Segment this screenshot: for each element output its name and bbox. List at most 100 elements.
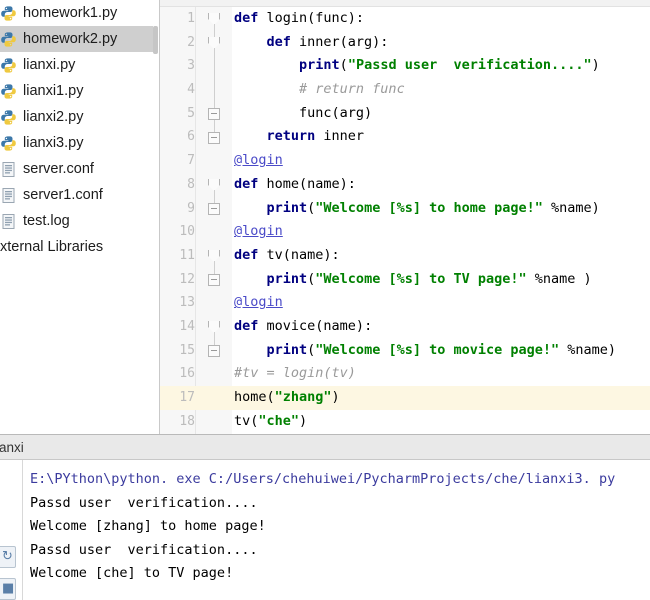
code-text: print("Welcome [%s] to home page!" %name… xyxy=(234,197,600,221)
code-line[interactable]: 5 func(arg) xyxy=(160,101,650,126)
code-token: inner xyxy=(299,33,340,50)
tree-node-lianxi2-py[interactable]: lianxi2.py xyxy=(0,104,159,130)
fold-collapse-icon[interactable] xyxy=(208,131,220,144)
code-line[interactable]: 14 def movice(name): xyxy=(160,314,650,339)
code-line[interactable]: 18 tv("che") xyxy=(160,409,650,434)
code-token: ( xyxy=(339,57,348,74)
code-editor[interactable]: 1 def login(func): 2 def inner(arg): 3 prin… xyxy=(160,0,650,434)
line-number: 7 xyxy=(160,149,195,173)
line-number: 2 xyxy=(160,30,195,55)
console-output-line: Passd user verification.... xyxy=(30,541,258,558)
fold-collapse-icon[interactable] xyxy=(208,107,220,120)
line-number: 1 xyxy=(160,7,195,31)
console-output-line: Passd user verification.... xyxy=(30,494,258,511)
tree-node-test-log[interactable]: test.log xyxy=(0,208,159,234)
tree-node-homework1-py[interactable]: homework1.py xyxy=(0,0,159,26)
sidebar-scrollbar-thumb[interactable] xyxy=(153,26,158,54)
code-line[interactable]: 2 def inner(arg): xyxy=(160,30,650,55)
code-line[interactable]: 4 # return func xyxy=(160,78,650,102)
code-line[interactable]: 9 print("Welcome [%s] to home page!" %na… xyxy=(160,196,650,221)
project-tree-panel[interactable]: homework1.py homework2.py lianxi.py lianxi1… xyxy=(0,0,160,434)
code-text: #tv = login(tv) xyxy=(234,362,356,386)
code-line[interactable]: 12 print("Welcome [%s] to TV page!" %nam… xyxy=(160,267,650,292)
code-line[interactable]: 3 print("Passd user verification....") xyxy=(160,54,650,79)
code-token: @login xyxy=(234,223,283,240)
console-tab-lianxi[interactable]: ianxi xyxy=(0,440,24,455)
fold-collapse-icon[interactable] xyxy=(208,273,220,286)
code-token: home( xyxy=(234,389,275,405)
code-line[interactable]: 15 print("Welcome [%s] to movice page!" … xyxy=(160,338,650,363)
code-line[interactable]: 11 def tv(name): xyxy=(160,243,650,268)
fold-collapse-icon[interactable] xyxy=(208,202,220,215)
line-number: 5 xyxy=(160,101,195,126)
code-line[interactable]: 6 return inner xyxy=(160,125,650,150)
fold-expanded-icon[interactable] xyxy=(208,250,220,262)
code-line[interactable]: 1 def login(func): xyxy=(160,7,650,31)
fold-expanded-icon[interactable] xyxy=(208,321,220,334)
code-token: def xyxy=(234,246,267,263)
tree-node-lianxi1-py[interactable]: lianxi1.py xyxy=(0,78,159,104)
code-token: print xyxy=(266,341,308,358)
document-file-icon xyxy=(0,187,17,204)
code-token: ) xyxy=(299,412,308,429)
tree-node-server-conf[interactable]: server.conf xyxy=(0,156,159,182)
code-line[interactable]: 17 home("zhang") xyxy=(160,386,650,410)
line-number: 17 xyxy=(160,386,195,410)
fold-expanded-icon[interactable] xyxy=(208,13,220,25)
code-text: func(arg) xyxy=(234,102,372,126)
code-text: tv("che") xyxy=(234,410,307,434)
console-output[interactable]: E:\PYthon\python. exe C:/Users/chehuiwei… xyxy=(30,468,650,600)
console-body[interactable]: ↻ ■ E:\PYthon\python. exe C:/Users/chehu… xyxy=(0,460,650,600)
code-line[interactable]: 8 def home(name): xyxy=(160,172,650,197)
tree-node-label: server1.conf xyxy=(23,187,103,203)
code-text: # return func xyxy=(234,78,405,102)
code-lines[interactable]: 1 def login(func): 2 def inner(arg): 3 prin… xyxy=(160,7,650,434)
code-token: inner xyxy=(323,128,365,145)
code-text: @login xyxy=(234,220,283,244)
code-token: @login xyxy=(234,294,283,311)
tree-node-lianxi-py[interactable]: lianxi.py xyxy=(0,52,159,78)
code-line[interactable]: 13 @login xyxy=(160,291,650,315)
code-line[interactable]: 10 @login xyxy=(160,220,650,244)
console-tab-bar[interactable]: ianxi xyxy=(0,435,650,460)
code-token: "Welcome [%s] to TV page!" xyxy=(315,270,527,287)
code-text: def inner(arg): xyxy=(234,31,389,55)
run-console-panel[interactable]: ianxi ↻ ■ E:\PYthon\python. exe C:/Users… xyxy=(0,434,650,600)
code-line[interactable]: 7 @login xyxy=(160,149,650,173)
fold-expanded-icon[interactable] xyxy=(208,178,220,191)
fold-collapse-icon[interactable] xyxy=(208,344,220,357)
stop-icon[interactable]: ■ xyxy=(0,578,16,600)
console-toolbar-gutter[interactable]: ↻ ■ xyxy=(0,460,23,600)
code-token: (func): xyxy=(307,10,365,26)
line-number: 6 xyxy=(160,125,195,150)
rerun-icon[interactable]: ↻ xyxy=(0,546,16,568)
code-token: #tv = login(tv) xyxy=(234,365,356,382)
code-token: (name): xyxy=(299,175,356,192)
document-file-icon xyxy=(0,161,17,178)
code-area[interactable]: 1 def login(func): 2 def inner(arg): 3 prin… xyxy=(160,7,650,434)
code-line[interactable]: 16 #tv = login(tv) xyxy=(160,362,650,386)
code-text: def movice(name): xyxy=(234,315,372,339)
tree-node-server1-conf[interactable]: server1.conf xyxy=(0,182,159,208)
python-file-icon xyxy=(0,5,17,22)
project-tree-list[interactable]: homework1.py homework2.py lianxi.py lianxi1… xyxy=(0,0,159,234)
code-token: ) xyxy=(331,389,340,405)
fold-region-line xyxy=(213,332,215,346)
code-token: %name) xyxy=(559,341,617,358)
sidebar-scrollbar-track[interactable] xyxy=(153,0,159,434)
tree-node-lianxi3-py[interactable]: lianxi3.py xyxy=(0,130,159,156)
editor-and-project-area: homework1.py homework2.py lianxi.py lianxi1… xyxy=(0,0,650,434)
tree-node-external-libraries[interactable]: xternal Libraries xyxy=(0,234,159,260)
code-token: tv xyxy=(266,246,283,263)
code-token: %name ) xyxy=(526,270,592,287)
tree-node-label: lianxi2.py xyxy=(23,109,84,125)
console-output-line: Welcome [che] to TV page! xyxy=(30,565,234,581)
code-token: "Welcome [%s] to home page!" xyxy=(315,199,543,216)
fold-region-line xyxy=(213,261,215,275)
code-token: def xyxy=(234,10,267,26)
external-libraries-label: xternal Libraries xyxy=(0,239,104,255)
tree-node-homework2-py[interactable]: homework2.py xyxy=(0,26,159,52)
fold-expanded-icon[interactable] xyxy=(208,36,220,49)
